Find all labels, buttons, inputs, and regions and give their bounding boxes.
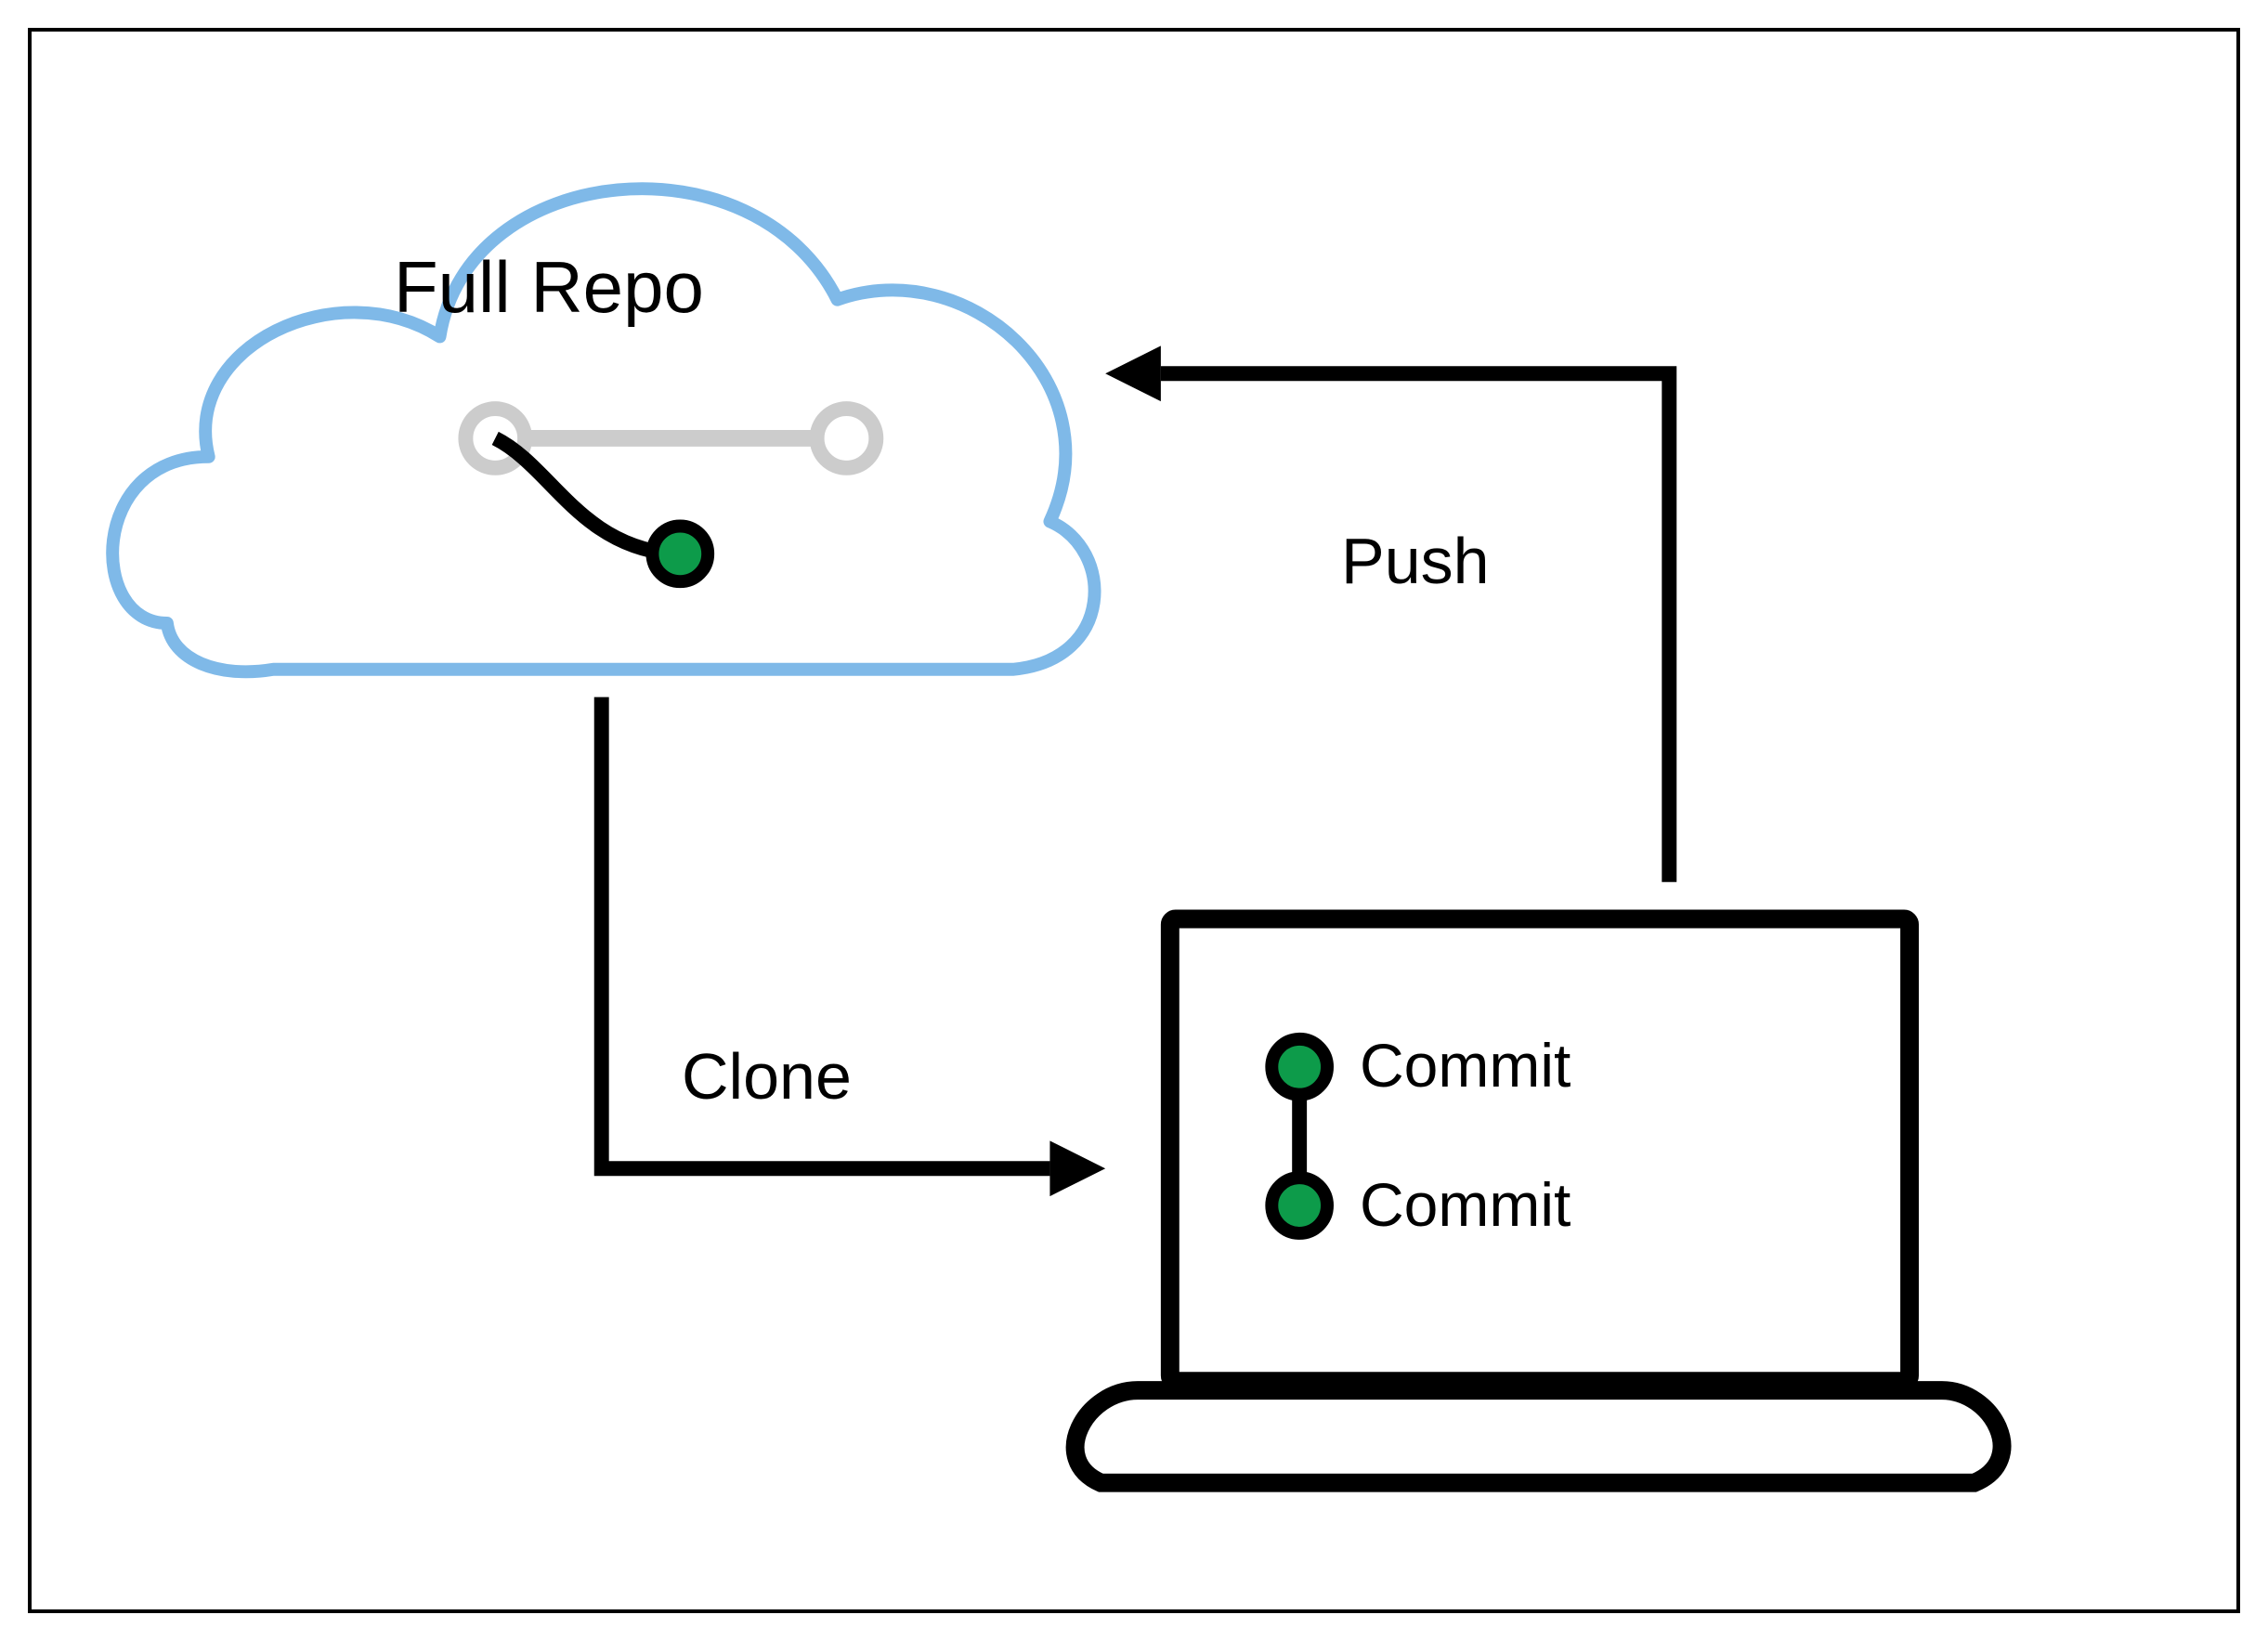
commit-dot	[1271, 1039, 1327, 1095]
commit-label-2: Commit	[1360, 1169, 1571, 1240]
repo-graph	[465, 409, 876, 581]
diagram-canvas: Full Repo Clone Push Commit Commit	[0, 0, 2268, 1641]
commit-dot	[1271, 1178, 1327, 1233]
clone-label: Clone	[682, 1039, 852, 1114]
diagram-svg	[32, 32, 2236, 1609]
push-arrow	[1105, 345, 1669, 881]
diagram-frame: Full Repo Clone Push Commit Commit	[28, 28, 2240, 1613]
cloud-title: Full Repo	[394, 245, 704, 330]
clone-arrow	[602, 697, 1105, 1196]
commit-label-1: Commit	[1360, 1030, 1571, 1101]
push-label: Push	[1341, 524, 1490, 598]
